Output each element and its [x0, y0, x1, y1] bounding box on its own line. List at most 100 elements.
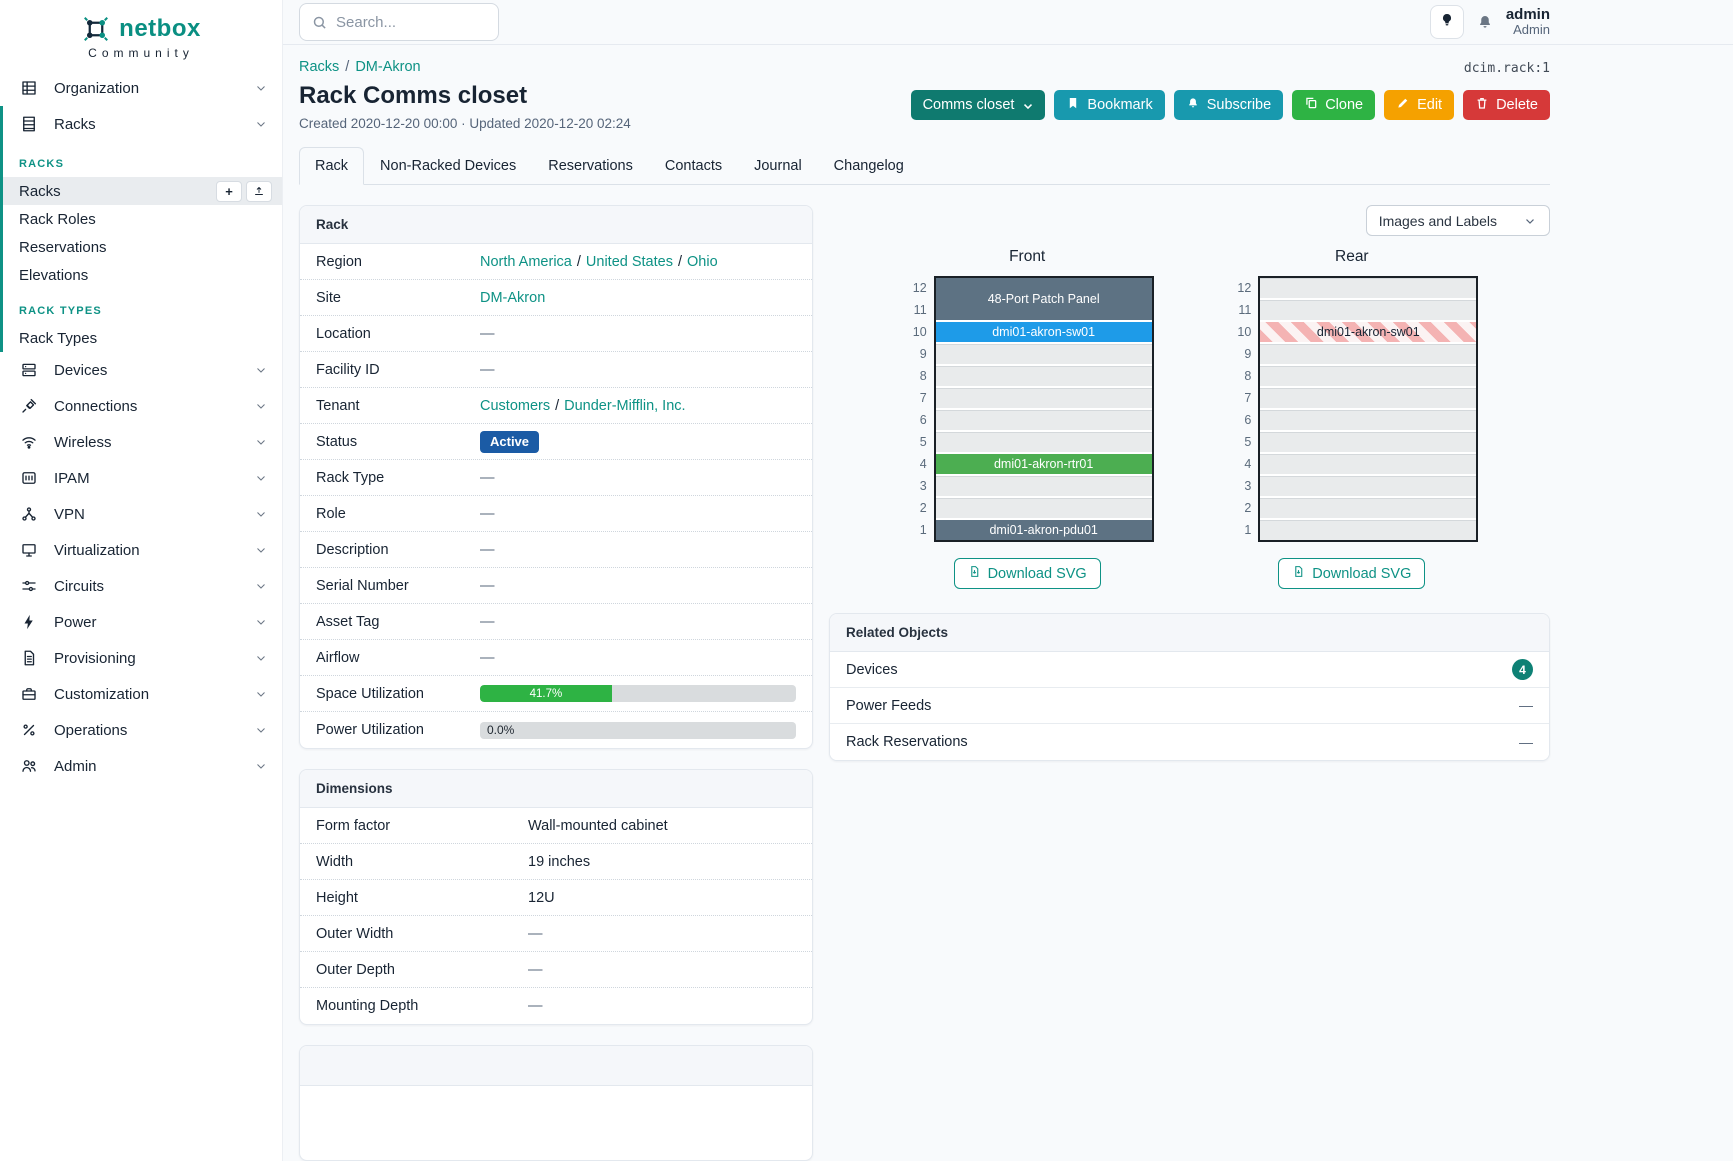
sidebar-group-label: Connections — [54, 398, 137, 415]
theme-toggle-button[interactable] — [1430, 5, 1464, 39]
next-panel-header — [300, 1046, 812, 1086]
rack-slot-empty[interactable] — [1260, 476, 1476, 496]
rack-device[interactable]: dmi01-akron-sw01 — [936, 322, 1152, 342]
rack-slot-empty[interactable] — [936, 366, 1152, 386]
sidebar-group-virtualization[interactable]: Virtualization — [0, 532, 282, 568]
related-objects-header: Related Objects — [830, 614, 1549, 652]
field-link[interactable]: United States — [586, 254, 673, 270]
download-svg-button[interactable]: Download SVG — [1278, 558, 1425, 589]
rack-slot-empty[interactable] — [1260, 388, 1476, 408]
tab-non-racked-devices[interactable]: Non-Racked Devices — [364, 147, 532, 184]
search-box[interactable] — [299, 3, 499, 41]
rack-device[interactable]: 48-Port Patch Panel — [936, 278, 1152, 320]
chevron-down-icon — [1523, 214, 1537, 228]
field-link[interactable]: North America — [480, 254, 572, 270]
rack-slot-empty[interactable] — [936, 476, 1152, 496]
related-object-label: Devices — [846, 662, 898, 678]
rack-slot-empty[interactable] — [936, 432, 1152, 452]
rack-name-dropdown-button[interactable]: Comms closet — [911, 90, 1046, 120]
tab-changelog[interactable]: Changelog — [818, 147, 920, 184]
rack-slot-empty[interactable] — [1260, 454, 1476, 474]
related-object-row[interactable]: Devices 4 — [830, 652, 1549, 688]
count-badge[interactable]: 4 — [1512, 659, 1533, 680]
field-link[interactable]: Customers — [480, 398, 550, 414]
breadcrumb-racks-link[interactable]: Racks — [299, 59, 339, 75]
sidebar-group-devices[interactable]: Devices — [0, 352, 282, 388]
sidebar-group-label: Wireless — [54, 434, 112, 451]
notifications-bell-icon[interactable] — [1476, 13, 1494, 31]
brand-name: netbox — [119, 15, 201, 43]
sidebar-item-reservations[interactable]: Reservations — [3, 233, 282, 261]
rack-slot-empty[interactable] — [1260, 344, 1476, 364]
download-svg-button[interactable]: Download SVG — [954, 558, 1101, 589]
field-row: Outer Width— — [300, 916, 812, 952]
topbar: admin Admin — [283, 0, 1733, 45]
tab-reservations[interactable]: Reservations — [532, 147, 649, 184]
briefcase-icon — [20, 685, 38, 703]
sidebar-group-organization[interactable]: Organization — [0, 70, 282, 106]
rack-slot-empty[interactable] — [936, 410, 1152, 430]
next-panel-partial — [299, 1045, 813, 1161]
rack-slot-empty[interactable] — [1260, 498, 1476, 518]
sidebar-group-wireless[interactable]: Wireless — [0, 424, 282, 460]
user-menu[interactable]: admin Admin — [1506, 6, 1550, 38]
sidebar-group-connections[interactable]: Connections — [0, 388, 282, 424]
sidebar-group-admin[interactable]: Admin — [0, 748, 282, 784]
sidebar-group-power[interactable]: Power — [0, 604, 282, 640]
utilization-bar: 41.7% — [480, 685, 796, 702]
subscribe-button[interactable]: Subscribe — [1174, 90, 1283, 120]
elevation-view-label: Images and Labels — [1379, 213, 1497, 229]
rack-device[interactable]: dmi01-akron-pdu01 — [936, 520, 1152, 540]
bookmark-button[interactable]: Bookmark — [1054, 90, 1164, 120]
unit-number: 4 — [1225, 454, 1251, 476]
import-button[interactable] — [246, 181, 272, 202]
unit-number: 1 — [901, 520, 927, 542]
sidebar-group-vpn[interactable]: VPN — [0, 496, 282, 532]
add-button[interactable]: + — [216, 181, 242, 202]
rack-slot-empty[interactable] — [936, 388, 1152, 408]
related-object-row[interactable]: Power Feeds— — [830, 688, 1549, 724]
breadcrumb-site-link[interactable]: DM-Akron — [355, 59, 420, 75]
tab-rack[interactable]: Rack — [299, 147, 364, 185]
rack-slot-empty[interactable] — [1260, 366, 1476, 386]
rack-slot-empty[interactable] — [936, 344, 1152, 364]
field-link[interactable]: Ohio — [687, 254, 718, 270]
sidebar-group-operations[interactable]: Operations — [0, 712, 282, 748]
rack-slot-empty[interactable] — [1260, 278, 1476, 298]
elevation-view-select[interactable]: Images and Labels — [1366, 205, 1550, 236]
chevron-down-icon — [1021, 99, 1033, 111]
rack-slot-empty[interactable] — [1260, 410, 1476, 430]
field-link[interactable]: DM-Akron — [480, 290, 545, 306]
sidebar-group-customization[interactable]: Customization — [0, 676, 282, 712]
sidebar-group-provisioning[interactable]: Provisioning — [0, 640, 282, 676]
rack-device[interactable]: dmi01-akron-rtr01 — [936, 454, 1152, 474]
tab-journal[interactable]: Journal — [738, 147, 818, 184]
rack-device[interactable]: dmi01-akron-sw01 — [1260, 322, 1476, 342]
sidebar-group-racks[interactable]: Racks — [3, 106, 282, 142]
field-label: Outer Depth — [316, 962, 528, 978]
field-row: Form factorWall-mounted cabinet — [300, 808, 812, 844]
field-row: Serial Number— — [300, 568, 812, 604]
search-input[interactable] — [336, 14, 476, 31]
unit-number: 11 — [901, 300, 927, 322]
rack-panel-header: Rack — [300, 206, 812, 244]
related-object-row[interactable]: Rack Reservations— — [830, 724, 1549, 760]
field-label: Space Utilization — [316, 686, 480, 702]
clone-button[interactable]: Clone — [1292, 90, 1375, 120]
field-link[interactable]: Dunder-Mifflin, Inc. — [564, 398, 685, 414]
delete-button[interactable]: Delete — [1463, 90, 1550, 120]
sidebar-item-elevations[interactable]: Elevations — [3, 261, 282, 289]
edit-button[interactable]: Edit — [1384, 90, 1454, 120]
sidebar-item-rack-types[interactable]: Rack Types — [3, 324, 282, 352]
rack-slot-empty[interactable] — [936, 498, 1152, 518]
sidebar-group-ipam[interactable]: IPAM — [0, 460, 282, 496]
field-label: Width — [316, 854, 528, 870]
tab-contacts[interactable]: Contacts — [649, 147, 738, 184]
rack-slot-empty[interactable] — [1260, 520, 1476, 540]
plug-icon — [20, 397, 38, 415]
sidebar-item-rack-roles[interactable]: Rack Roles — [3, 205, 282, 233]
rack-slot-empty[interactable] — [1260, 300, 1476, 320]
rack-slot-empty[interactable] — [1260, 432, 1476, 452]
sidebar-group-circuits[interactable]: Circuits — [0, 568, 282, 604]
sidebar-item-racks[interactable]: Racks+ — [3, 177, 282, 205]
